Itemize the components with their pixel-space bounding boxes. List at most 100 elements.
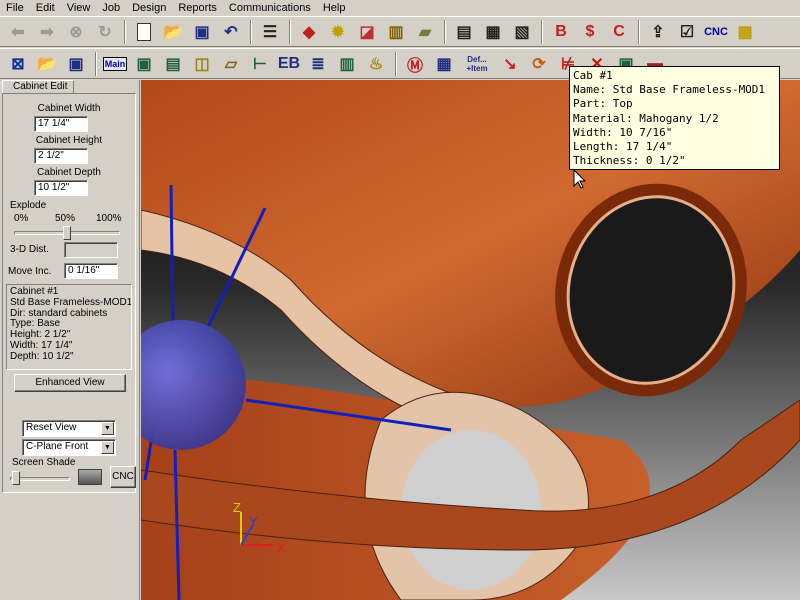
open-folder-icon[interactable]: 📂: [159, 18, 187, 46]
aml-icon[interactable]: ≣: [304, 50, 332, 78]
screen-shade-slider-thumb[interactable]: [12, 471, 20, 485]
checklist-icon[interactable]: ☑: [673, 18, 701, 46]
toolbar-separator: [250, 19, 252, 44]
toolbar-separator: [541, 19, 543, 44]
main-button[interactable]: Main: [101, 50, 129, 78]
main-label: Main: [102, 56, 128, 71]
material-icon[interactable]: ◆: [295, 18, 323, 46]
cabinet-side-icon[interactable]: ▤: [159, 50, 187, 78]
save-disk-icon[interactable]: ▣: [62, 50, 90, 78]
main-toolbar: ⬅ ➡ ⊗ ↻ 📂 ▣ ↶ ☰ ◆ ✹ ◪ ▥ ▰ ▤ ▦ ▧ B $ C ⇪ …: [0, 16, 800, 47]
menu-edit[interactable]: Edit: [30, 0, 61, 16]
cplane-value: C-Plane Front: [26, 441, 89, 452]
cabinet-height-label: Cabinet Height: [35, 135, 103, 146]
tooltip-line: Material: Mahogany 1/2: [573, 111, 719, 125]
light-icon[interactable]: ✹: [324, 18, 352, 46]
eb-icon[interactable]: EB: [275, 50, 303, 78]
color-grid-icon[interactable]: ▩: [731, 18, 759, 46]
explode-tick-50: 50%: [55, 213, 76, 224]
z-axis-label: Z: [233, 500, 241, 515]
door-icon[interactable]: ◫: [188, 50, 216, 78]
save-icon[interactable]: ▣: [188, 18, 216, 46]
settings-sliders-icon[interactable]: ☰: [256, 18, 284, 46]
tooltip-line: Part: Top: [573, 97, 633, 111]
stop-icon[interactable]: ⊗: [62, 18, 90, 46]
move-incr-label: Move Inc.: [8, 266, 52, 277]
explode-slider-thumb[interactable]: [63, 226, 71, 240]
cabinet-height-field[interactable]: 2 1/2": [34, 148, 88, 164]
explode-label: Explode: [10, 200, 47, 211]
undo-icon[interactable]: ↶: [217, 18, 245, 46]
reset-view-select[interactable]: Reset View ▼: [22, 420, 116, 437]
def-item-label: Def... +Item: [466, 54, 488, 73]
menu-reports[interactable]: Reports: [172, 0, 223, 16]
def-item-button[interactable]: Def... +Item: [459, 50, 495, 78]
dist-3d-field[interactable]: [64, 242, 118, 258]
report-dollar-icon[interactable]: $: [576, 18, 604, 46]
axis-line: [169, 184, 175, 331]
explode-tick-0: 0%: [14, 213, 29, 224]
toolbar-separator: [444, 19, 446, 44]
layout-icon[interactable]: ▤: [450, 18, 478, 46]
cnc-label: CNC: [704, 25, 728, 38]
report-c-icon[interactable]: C: [605, 18, 633, 46]
tab-cabinet-edit[interactable]: Cabinet Edit: [2, 80, 74, 94]
info-line: Std Base Frameless-MOD1: [10, 296, 132, 308]
new-file-icon[interactable]: [130, 18, 158, 46]
back-arrow-icon[interactable]: ⬅: [4, 18, 32, 46]
report-b-icon[interactable]: B: [547, 18, 575, 46]
stack-icon[interactable]: ▦: [479, 18, 507, 46]
cnc-side-button[interactable]: CNC: [110, 466, 136, 488]
menu-file[interactable]: File: [0, 0, 30, 16]
explode-tick-100: 100%: [96, 213, 122, 224]
enhanced-view-button[interactable]: Enhanced View: [14, 374, 126, 392]
toolbar-separator: [124, 19, 126, 44]
drawer-icon[interactable]: ▥: [333, 50, 361, 78]
rotate-icon[interactable]: ⟳: [525, 50, 553, 78]
reset-view-value: Reset View: [26, 422, 77, 433]
export-icon[interactable]: ⇪: [644, 18, 672, 46]
shade-swatch[interactable]: [78, 469, 102, 485]
graph-icon[interactable]: ◪: [353, 18, 381, 46]
tooltip-line: Length: 17 1/4": [573, 140, 673, 154]
menu-communications[interactable]: Communications: [223, 0, 317, 16]
cabinet-icon[interactable]: ▥: [382, 18, 410, 46]
tooltip-line: Cab #1: [573, 69, 613, 82]
tooltip-line: Width: 10 7/16": [573, 125, 673, 139]
dist-3d-label: 3-D Dist.: [10, 244, 49, 255]
cm-icon[interactable]: Ⓜ: [401, 50, 429, 78]
refresh-icon[interactable]: ↻: [91, 18, 119, 46]
list-icon[interactable]: ▧: [508, 18, 536, 46]
open-icon[interactable]: 📂: [33, 50, 61, 78]
hardware-icon[interactable]: ♨: [362, 50, 390, 78]
menu-design[interactable]: Design: [126, 0, 172, 16]
cabinet-width-field[interactable]: 17 1/4": [34, 116, 88, 132]
toolbar-separator: [95, 51, 97, 76]
menu-job[interactable]: Job: [96, 0, 126, 16]
toolbar-separator: [638, 19, 640, 44]
panel-icon[interactable]: ▰: [411, 18, 439, 46]
cabinet-info-box: Cabinet #1 Std Base Frameless-MOD1 Dir: …: [6, 284, 132, 370]
split-icon[interactable]: ⊢: [246, 50, 274, 78]
close-view-icon[interactable]: ⊠: [4, 50, 32, 78]
menu-bar: File Edit View Job Design Reports Commun…: [0, 0, 800, 16]
cplane-select[interactable]: C-Plane Front ▼: [22, 439, 116, 456]
cabinet-edit-panel: Cabinet Edit Cabinet Width 17 1/4" Cabin…: [0, 80, 140, 600]
cabinet-front-icon[interactable]: ▣: [130, 50, 158, 78]
cnc-button[interactable]: CNC: [702, 18, 730, 46]
forward-arrow-icon[interactable]: ➡: [33, 18, 61, 46]
move-incr-field[interactable]: 0 1/16": [64, 263, 118, 279]
cabinet-width-label: Cabinet Width: [37, 103, 101, 114]
tooltip-line: Name: Std Base Frameless-MOD1: [573, 83, 766, 97]
tooltip-line: Thickness: 0 1/2": [573, 154, 686, 168]
table-icon[interactable]: ▦: [430, 50, 458, 78]
menu-help[interactable]: Help: [317, 0, 352, 16]
chevron-down-icon[interactable]: ▼: [101, 441, 114, 454]
toolbar-separator: [289, 19, 291, 44]
chevron-down-icon[interactable]: ▼: [101, 422, 114, 435]
dbx-icon[interactable]: ▱: [217, 50, 245, 78]
part-tooltip: Cab #1 Name: Std Base Frameless-MOD1 Par…: [569, 66, 780, 170]
draw-line-icon[interactable]: ↘: [496, 50, 524, 78]
menu-view[interactable]: View: [61, 0, 97, 16]
cabinet-depth-field[interactable]: 10 1/2": [34, 180, 88, 196]
